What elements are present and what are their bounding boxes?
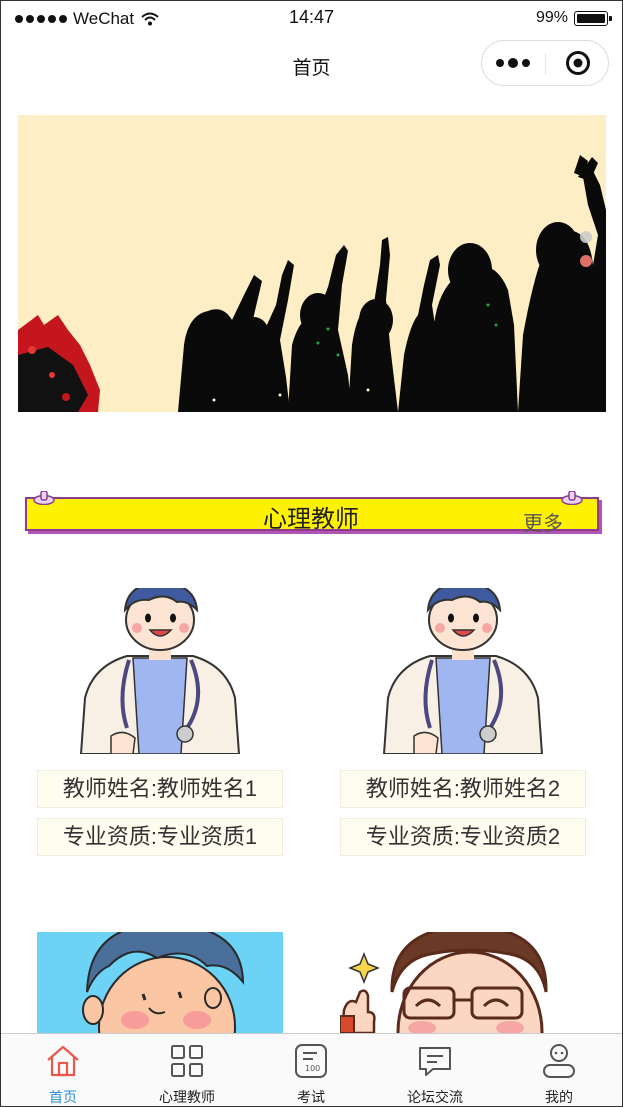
tab-label: 首页 xyxy=(49,1089,77,1105)
banner-carousel[interactable] xyxy=(18,115,606,412)
carousel-dot[interactable] xyxy=(580,231,592,243)
close-miniprogram-icon[interactable] xyxy=(565,50,591,76)
tab-teachers[interactable]: 心理教师 xyxy=(125,1034,249,1106)
more-options-icon[interactable] xyxy=(496,56,532,70)
tab-label: 考试 xyxy=(297,1089,325,1105)
teacher-name: 教师姓名:教师姓名2 xyxy=(340,770,586,808)
section-header-teachers: 心理教师 更多 xyxy=(21,491,601,536)
status-time: 14:47 xyxy=(288,7,335,27)
exam-icon: 100 xyxy=(295,1044,327,1078)
carousel-dot-active[interactable] xyxy=(580,255,592,267)
battery-percent: 99% xyxy=(535,9,568,26)
battery-indicator: 99% xyxy=(535,9,612,27)
tab-label: 我的 xyxy=(545,1089,573,1105)
section-title: 心理教师 xyxy=(263,506,359,533)
status-bar: WeChat 14:47 99% xyxy=(1,1,622,35)
teacher-photo xyxy=(37,588,283,754)
user-icon xyxy=(543,1044,575,1078)
teacher-qualification: 专业资质:专业资质1 xyxy=(37,818,283,856)
tab-forum[interactable]: 论坛交流 xyxy=(373,1034,497,1106)
tab-bar: 首页 心理教师 100 考试 论坛交流 我的 xyxy=(1,1033,622,1106)
teacher-photo xyxy=(37,932,283,1033)
tab-label: 心理教师 xyxy=(159,1089,215,1105)
tab-home[interactable]: 首页 xyxy=(1,1034,125,1106)
battery-icon xyxy=(574,10,612,26)
tab-mine[interactable]: 我的 xyxy=(497,1034,621,1106)
teacher-photo xyxy=(340,932,586,1033)
teacher-photo xyxy=(340,588,586,754)
carousel-indicators xyxy=(580,231,592,267)
grid-icon xyxy=(171,1045,203,1077)
home-icon xyxy=(47,1045,79,1077)
tab-exam[interactable]: 100 考试 xyxy=(249,1034,373,1106)
chat-icon xyxy=(419,1047,451,1076)
svg-text:100: 100 xyxy=(305,1064,320,1073)
more-link[interactable]: 更多 xyxy=(523,507,563,536)
miniprogram-capsule xyxy=(481,40,609,86)
navigation-bar: 首页 xyxy=(1,35,622,97)
phone-frame: WeChat 14:47 99% 首页 心理教师 更多 教师姓名:教师姓名1 专… xyxy=(0,0,623,1107)
teacher-qualification: 专业资质:专业资质2 xyxy=(340,818,586,856)
tab-label: 论坛交流 xyxy=(407,1089,463,1105)
teacher-name: 教师姓名:教师姓名1 xyxy=(37,770,283,808)
banner-image xyxy=(18,115,606,412)
